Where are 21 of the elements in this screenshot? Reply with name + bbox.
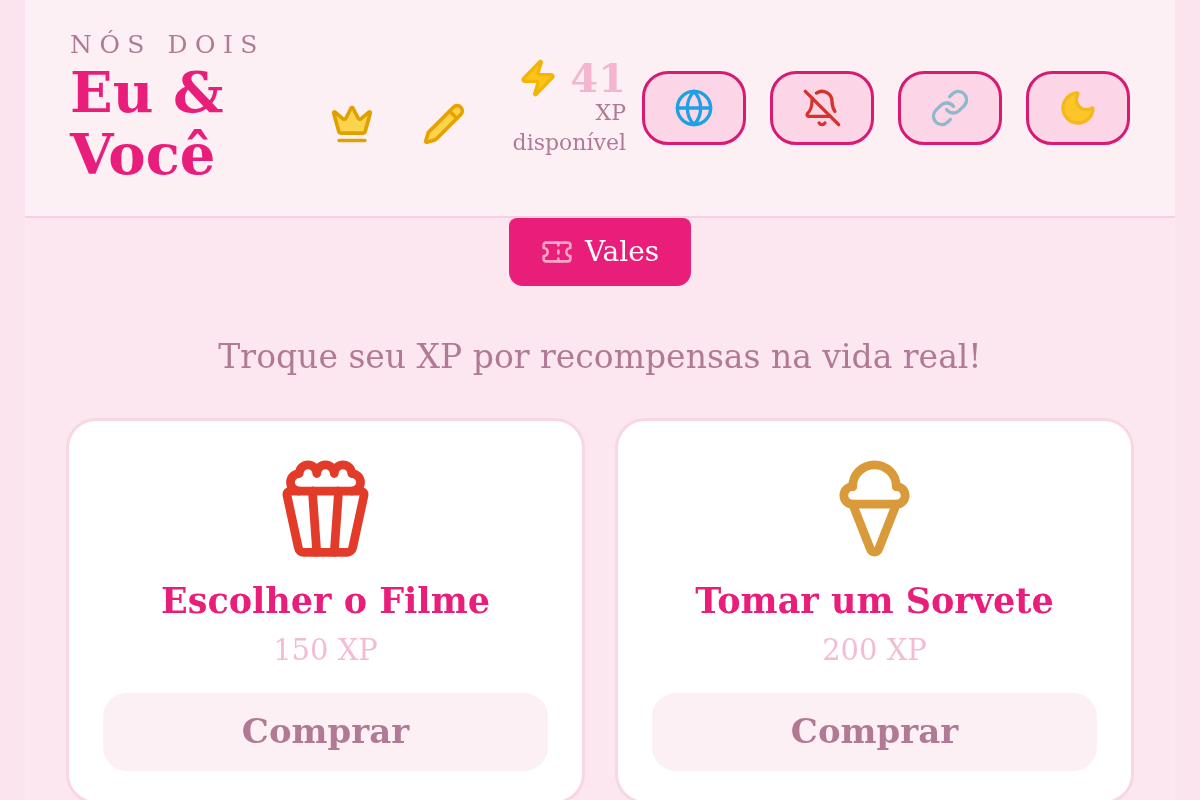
moon-icon <box>1058 88 1098 128</box>
reward-title: Escolher o Filme <box>161 578 490 623</box>
buy-button[interactable]: Comprar <box>103 692 548 771</box>
reward-price: 200 XP <box>822 632 927 669</box>
icon-button[interactable] <box>642 71 746 145</box>
reward-title: Tomar um Sorvete <box>695 578 1054 623</box>
reward-price: 150 XP <box>273 632 378 669</box>
xp-label: XP disponível <box>511 99 626 157</box>
tab[interactable]: Vales <box>508 218 692 286</box>
app-eyebrow: NÓS DOIS <box>70 31 266 57</box>
app-title: Eu & Você <box>70 60 225 185</box>
xp-value: 41 <box>570 58 626 98</box>
icon-button[interactable] <box>898 71 1002 145</box>
icon-button[interactable] <box>770 71 874 145</box>
globe-icon <box>674 88 714 128</box>
bell-off-icon <box>802 88 842 128</box>
buy-button[interactable]: Comprar <box>652 692 1097 771</box>
pencil-icon <box>422 102 466 146</box>
link-icon <box>930 88 970 128</box>
icon-button[interactable] <box>1026 71 1130 145</box>
subtitle: Troque seu XP por recompensas na vida real! <box>218 336 982 378</box>
